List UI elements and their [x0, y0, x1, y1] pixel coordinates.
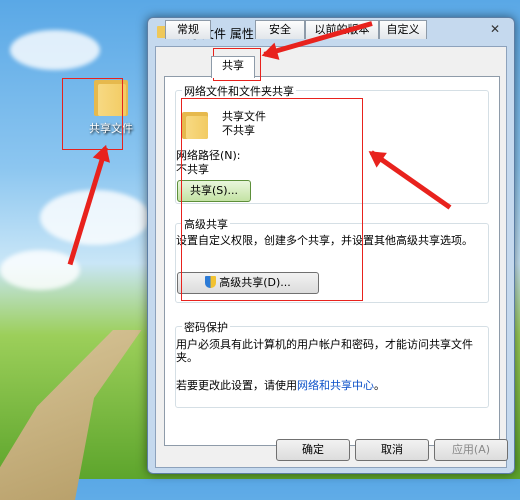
annotation-box-sharing-content — [181, 98, 363, 301]
network-sharing-heading: 网络文件和文件夹共享 — [182, 83, 296, 99]
password-change-suffix: 。 — [374, 379, 385, 392]
password-protection-group: 密码保护 用户必须具有此计算机的用户帐户和密码，才能访问共享文件夹。 若要更改此… — [175, 319, 489, 408]
network-sharing-center-link[interactable]: 网络和共享中心 — [297, 379, 374, 392]
desktop-path-image — [0, 330, 142, 500]
password-change-prefix: 若要更改此设置，请使用 — [176, 379, 297, 392]
apply-button[interactable]: 应用(A) — [434, 439, 508, 461]
tab-security[interactable]: 安全 — [255, 20, 305, 39]
annotation-box-desktop-folder — [62, 78, 123, 150]
tab-customize[interactable]: 自定义 — [379, 20, 427, 39]
tab-general[interactable]: 常规 — [165, 20, 211, 39]
tab-sharing[interactable]: 共享 — [211, 56, 255, 78]
password-protection-description: 用户必须具有此计算机的用户帐户和密码，才能访问共享文件夹。 — [176, 338, 473, 364]
password-change-instruction: 若要更改此设置，请使用网络和共享中心。 — [176, 377, 385, 393]
close-button[interactable]: ✕ — [486, 21, 504, 37]
password-protection-heading: 密码保护 — [182, 319, 230, 335]
cancel-button[interactable]: 取消 — [355, 439, 429, 461]
ok-button[interactable]: 确定 — [276, 439, 350, 461]
